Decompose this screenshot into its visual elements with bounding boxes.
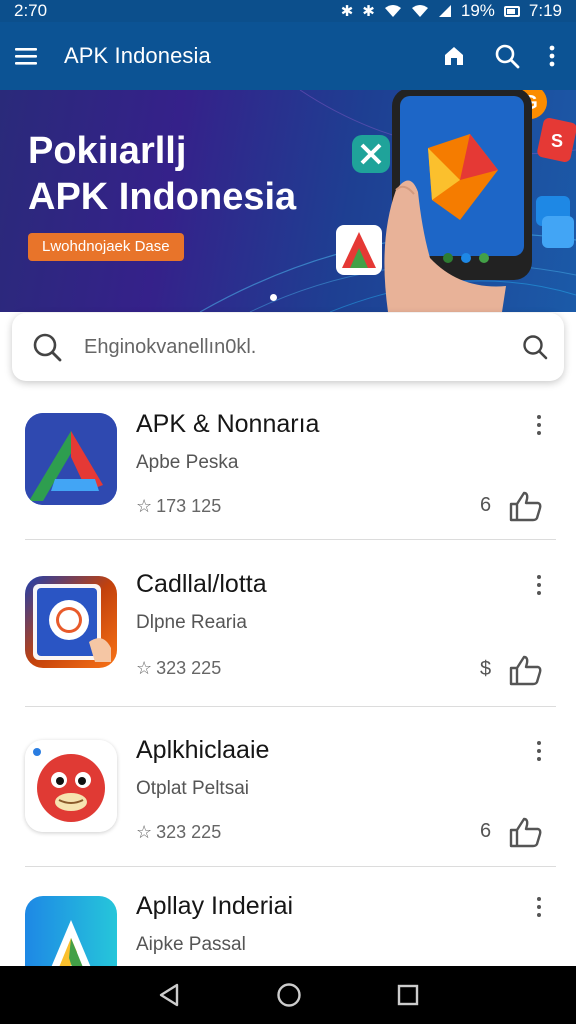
star-icon: ☆: [136, 496, 153, 516]
rating-count: 323 225: [156, 658, 222, 678]
banner-title: Pokiıarllj APK Indonesia: [28, 128, 296, 220]
floating-app-icon-a: [336, 225, 382, 275]
more-vert-icon[interactable]: [548, 44, 556, 68]
wifi-icon: [384, 5, 401, 17]
recents-icon[interactable]: [397, 984, 419, 1006]
promo-banner[interactable]: Pokiıarllj APK Indonesia Lwohdnojaek Das…: [0, 90, 576, 312]
status-time: 2:70: [14, 1, 48, 20]
app-name: APK & Nonnarıa: [136, 410, 320, 438]
app-list: APK & Nonnarıa Apbe Peska ☆ 173 125 6 Ca…: [0, 384, 576, 966]
banner-title-line1: Pokiıarllj: [28, 130, 187, 172]
app-developer: Aipke Passal: [136, 934, 246, 955]
list-divider: [25, 539, 556, 540]
cell-signal-icon: [438, 5, 451, 17]
search-input[interactable]: [84, 335, 522, 359]
search-icon[interactable]: [32, 332, 62, 362]
thumbs-up-icon[interactable]: [508, 654, 542, 686]
search-icon[interactable]: [494, 43, 520, 69]
list-divider: [25, 706, 556, 707]
app-name: Aplkhiclaaie: [136, 736, 270, 764]
status-icons: ✱ ✱ 19% 7:19: [341, 1, 562, 21]
search-bar[interactable]: [12, 313, 564, 381]
battery-percent: 19%: [460, 1, 495, 20]
carousel-indicator[interactable]: [270, 294, 277, 301]
app-rating: ☆ 323 225: [136, 658, 221, 679]
home-icon[interactable]: [442, 44, 466, 68]
banner-title-line2: APK Indonesia: [28, 176, 297, 218]
app-name: Apllay Inderiai: [136, 892, 294, 920]
app-bar-actions: [442, 43, 556, 69]
camera-app-icon: [25, 576, 117, 668]
back-icon[interactable]: [157, 982, 181, 1008]
battery-icon: [503, 5, 520, 17]
navigation-bar: [0, 966, 576, 1024]
thumbs-up-icon[interactable]: [508, 490, 542, 522]
app-price: 6: [480, 494, 492, 516]
item-more-button[interactable]: [528, 892, 550, 922]
star-icon: ☆: [136, 822, 153, 842]
rating-count: 173 125: [156, 496, 222, 516]
app-bar: APK Indonesia: [0, 22, 576, 90]
search-submit-icon[interactable]: [522, 334, 548, 360]
rating-count: 323 225: [156, 822, 222, 842]
star-icon: ☆: [136, 658, 153, 678]
triangle-a-icon: [25, 896, 117, 966]
bluetooth-alt-icon: ✱: [362, 3, 375, 20]
geometric-a-icon: [25, 413, 117, 505]
app-developer: Apbe Peska: [136, 452, 239, 473]
phone-illustration: G S: [336, 90, 576, 312]
status-clock: 7:19: [528, 1, 562, 20]
banner-cta-button[interactable]: Lwohdnojaek Dase: [28, 233, 184, 261]
app-rating: ☆ 173 125: [136, 496, 221, 517]
thumbs-up-icon[interactable]: [508, 816, 542, 848]
app-developer: Dlpne Rearia: [136, 612, 247, 633]
item-more-button[interactable]: [528, 736, 550, 766]
red-bird-icon: [25, 740, 117, 832]
app-price: 6: [480, 820, 492, 842]
item-more-button[interactable]: [528, 410, 550, 440]
floating-app-icon-s: S: [537, 118, 576, 162]
list-divider: [25, 866, 556, 867]
app-price: $: [480, 658, 492, 680]
home-button-icon[interactable]: [276, 982, 302, 1008]
bluetooth-icon: ✱: [340, 3, 354, 20]
status-bar: 2:70 ✱ ✱ 19% 7:19: [0, 0, 576, 22]
signal-icon: [411, 5, 428, 17]
app-name: Cadllal/lotta: [136, 570, 267, 598]
svg-text:S: S: [551, 131, 563, 151]
app-rating: ☆ 323 225: [136, 822, 221, 843]
menu-icon[interactable]: [14, 46, 38, 66]
app-title: APK Indonesia: [64, 43, 211, 68]
item-more-button[interactable]: [528, 570, 550, 600]
floating-app-icon-chat: [536, 196, 574, 248]
app-developer: Otplat Peltsai: [136, 778, 249, 799]
floating-app-icon-x: [352, 135, 390, 173]
